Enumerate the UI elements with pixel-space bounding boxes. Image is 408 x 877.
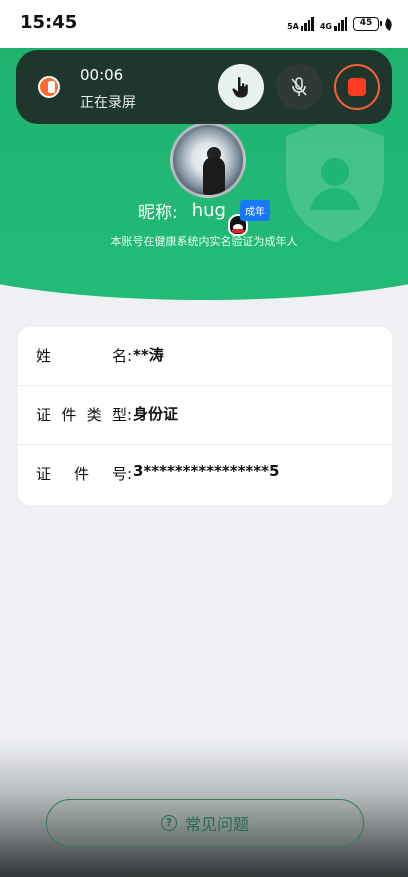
info-row-id-number: 证件号: 3****************5: [18, 445, 392, 504]
info-value-id-number: 3****************5: [133, 462, 280, 480]
status-bar: 15:45 5A 4G 45: [0, 0, 408, 48]
avatar: [170, 122, 246, 198]
nickname-label: 昵称:: [138, 202, 178, 223]
stop-recording-button[interactable]: [334, 64, 380, 110]
faq-button[interactable]: ? 常见问题: [46, 799, 364, 847]
recording-status: 正在录屏: [80, 95, 136, 111]
nickname-row: 昵称: hug 成年: [0, 196, 408, 224]
shield-icon: [286, 118, 384, 242]
nickname-value: hug: [191, 199, 226, 221]
leaf-icon: [383, 17, 394, 31]
info-value-name: **涛: [133, 346, 164, 364]
network-label-1: 5A: [287, 22, 299, 31]
status-time: 15:45: [20, 12, 78, 33]
stop-icon: [348, 78, 366, 96]
status-indicators: 5A 4G 45: [287, 15, 394, 33]
help-circle-icon: ?: [160, 815, 177, 831]
touch-icon: [232, 77, 248, 98]
screen-recording-panel[interactable]: 00:06 正在录屏: [16, 50, 392, 124]
network-label-2: 4G: [319, 22, 332, 31]
info-value-id-type: 身份证: [133, 405, 179, 423]
adult-badge: 成年: [239, 199, 270, 221]
faq-label: 常见问题: [184, 815, 249, 834]
mic-off-icon: [291, 77, 307, 96]
signal-icon: 4G: [320, 17, 347, 31]
verify-note: 本账号在健康系统内实名验证为成年人: [110, 235, 298, 248]
info-row-name: 姓名: **涛: [18, 327, 392, 386]
identity-info-card: 姓名: **涛 证件类型: 身份证 证件号: 3****************…: [18, 327, 392, 505]
info-label-id-number: 证件号:: [36, 465, 132, 483]
signal-icon: 5A: [287, 17, 314, 31]
info-row-id-type: 证件类型: 身份证: [18, 386, 392, 445]
touch-toggle-button[interactable]: [218, 64, 264, 110]
info-label-name: 姓名:: [36, 347, 132, 365]
battery-icon: 45: [353, 17, 382, 31]
microphone-toggle-button[interactable]: [276, 64, 322, 110]
recording-time: 00:06: [80, 66, 124, 84]
info-label-id-type: 证件类型:: [36, 406, 132, 424]
recorder-app-icon: [38, 76, 60, 98]
